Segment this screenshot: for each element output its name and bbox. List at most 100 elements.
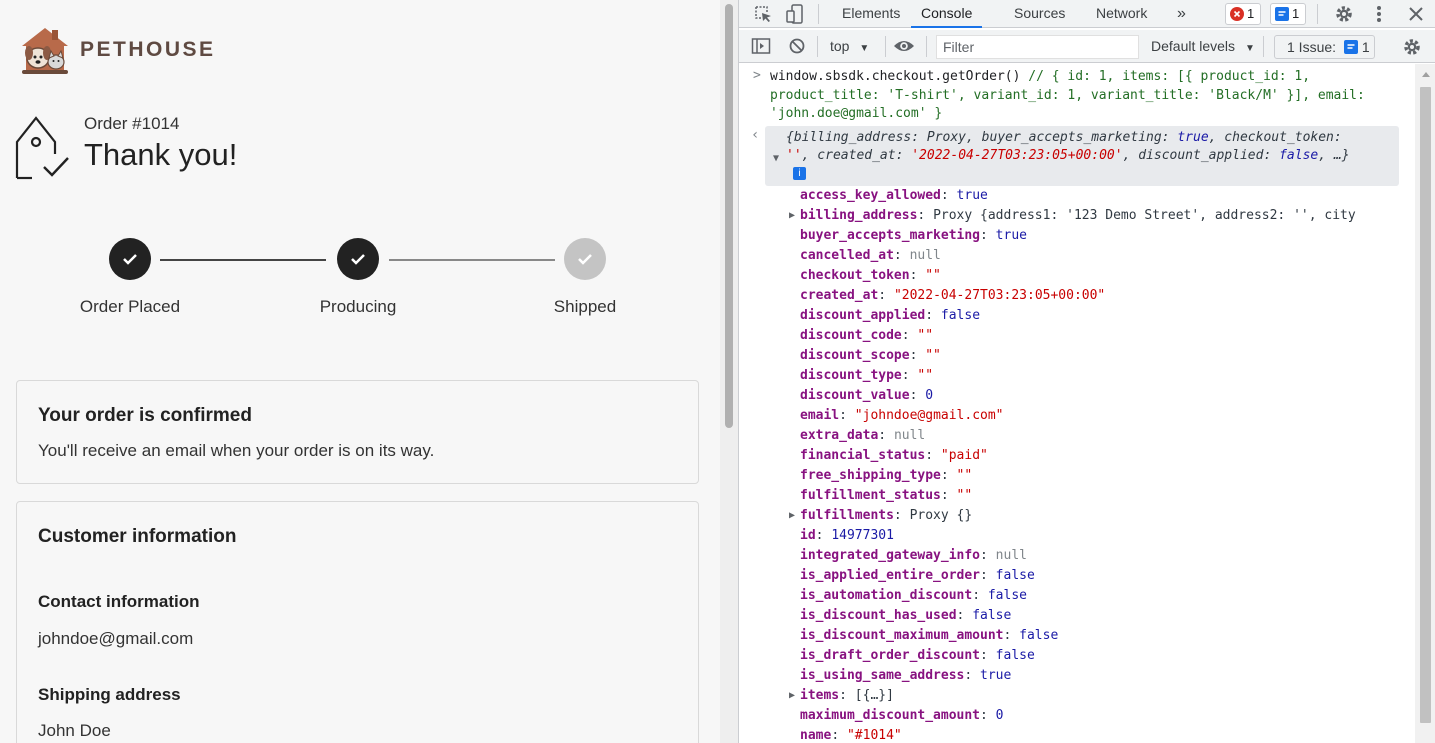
expand-triangle-icon[interactable]: ▶ (789, 206, 795, 226)
property-value: false (940, 308, 981, 323)
contact-title: Contact information (38, 592, 200, 611)
property-row[interactable]: ▶ billing_address: Proxy {address1: '123 … (765, 206, 1399, 226)
more-tabs-chevron-icon[interactable]: » (1177, 0, 1186, 28)
property-value: "paid" (940, 448, 988, 463)
property-value: Proxy {address1: '123 Demo Street', addr… (933, 208, 1356, 223)
property-key: discount_type (800, 368, 902, 383)
summary-text: '2022-04-27T03:23:05+00:00' (911, 148, 1123, 163)
order-confirmed-card: Your order is confirmed You'll receive a… (16, 380, 699, 484)
property-value: "" (917, 368, 934, 383)
property-row: integrated_gateway_info: null (800, 548, 1027, 563)
tab-elements[interactable]: Elements (842, 0, 900, 28)
property-value: null (995, 548, 1027, 563)
property-value: false (995, 648, 1035, 663)
property-row: discount_value: 0 (800, 388, 934, 403)
property-value: "" (925, 348, 941, 363)
property-row: is_using_same_address: true (800, 668, 1012, 683)
property-key: is_discount_has_used (800, 608, 957, 623)
property-row: is_automation_discount: false (800, 588, 1027, 603)
property-row: extra_data: null (800, 428, 926, 443)
close-devtools-icon[interactable] (1407, 5, 1425, 23)
sidebar-toggle-icon[interactable] (751, 37, 771, 55)
property-key: cancelled_at (800, 248, 894, 263)
property-key: is_discount_maximum_amount (800, 628, 1004, 643)
error-count: 1 (1247, 6, 1255, 21)
property-row: discount_code: "" (800, 328, 934, 343)
property-key: financial_status (800, 448, 926, 463)
inspect-element-icon[interactable] (753, 4, 773, 24)
shipping-title: Shipping address (38, 685, 181, 704)
summary-text: , discount_applied: (1122, 148, 1280, 163)
property-row: created_at: "2022-04-27T03:23:05+00:00" (800, 288, 1106, 303)
console-settings-gear-icon[interactable] (1401, 36, 1423, 58)
tab-console[interactable]: Console (911, 0, 983, 28)
result-summary[interactable]: ▼ {billing_address: Proxy, buyer_accepts… (765, 126, 1399, 186)
property-key: is_automation_discount (800, 588, 973, 603)
tag-check-icon (15, 116, 69, 180)
expand-triangle-icon[interactable]: ▶ (789, 506, 795, 526)
console-command[interactable]: window.sbsdk.checkout.getOrder() // { id… (770, 68, 1410, 124)
issues-count: 1 (1361, 39, 1370, 55)
property-row: fulfillment_status: "" (800, 488, 973, 503)
step-shipped-check-icon (564, 238, 606, 280)
device-toolbar-icon[interactable] (784, 3, 806, 25)
console-scrollbar[interactable] (1415, 64, 1435, 743)
pet-house-logo-icon (22, 28, 68, 74)
toolbar-divider (818, 4, 819, 24)
message-count-badge[interactable]: 1 (1270, 3, 1307, 25)
step-order-placed-check-icon (109, 238, 151, 280)
property-value: true (995, 228, 1027, 243)
toolbar-divider (1317, 4, 1318, 24)
issue-message-icon (1343, 40, 1358, 54)
tab-network[interactable]: Network (1096, 0, 1147, 28)
property-key: email (800, 408, 840, 423)
property-row[interactable]: ▶ fulfillments: Proxy {} (765, 506, 1399, 526)
property-key: items (800, 688, 840, 703)
context-select[interactable]: top ▼ (830, 30, 869, 63)
property-row: checkout_token: "" (800, 268, 941, 283)
input-prompt-chevron-icon: > (753, 68, 761, 83)
property-value: [{…}] (854, 688, 894, 703)
property-key: checkout_token (800, 268, 910, 283)
property-row[interactable]: ▶ items: [{…}] (765, 686, 1399, 706)
console-filter-input[interactable] (936, 35, 1139, 59)
devtools-tabbar: Elements Console Sources Network » 1 1 (739, 0, 1435, 28)
property-value: false (995, 568, 1035, 583)
clear-console-icon[interactable] (788, 37, 806, 55)
summary-text: true (1177, 130, 1209, 145)
property-key: buyer_accepts_marketing (800, 228, 981, 243)
order-progress: Order Placed Producing Shipped (0, 236, 720, 326)
property-row: free_shipping_type: "" (800, 468, 973, 483)
error-count-badge[interactable]: 1 (1225, 3, 1262, 25)
page-scrollbar[interactable] (720, 0, 738, 743)
console-output: > window.sbsdk.checkout.getOrder() // { … (739, 64, 1415, 743)
brand-name: PETHOUSE (80, 38, 216, 61)
more-options-icon[interactable] (1369, 3, 1389, 25)
property-key: extra_data (800, 428, 879, 443)
command-code: window.sbsdk.checkout.getOrder() (770, 69, 1021, 84)
step-producing-check-icon (337, 238, 379, 280)
scroll-up-icon[interactable] (1421, 70, 1431, 78)
expand-triangle-icon[interactable]: ▼ (773, 150, 779, 168)
property-row: discount_applied: false (800, 308, 981, 323)
toolbar-divider (926, 36, 927, 57)
brand-logo[interactable]: PETHOUSE (16, 24, 216, 76)
tab-sources[interactable]: Sources (1014, 0, 1065, 28)
console-scrollbar-thumb[interactable] (1420, 87, 1431, 723)
customer-info-card: Customer information Contact information… (16, 501, 699, 743)
page-scrollbar-thumb[interactable] (725, 4, 733, 428)
order-status-page: PETHOUSE Order #1014 Thank you! Order Pl… (0, 0, 720, 743)
property-value: "" (925, 268, 941, 283)
property-key: discount_value (800, 388, 910, 403)
property-row: id: 14977301 (800, 528, 894, 543)
settings-gear-icon[interactable] (1333, 3, 1355, 25)
property-key: discount_applied (800, 308, 926, 323)
info-icon[interactable]: i (793, 167, 806, 180)
log-levels-select[interactable]: Default levels ▼ (1151, 30, 1255, 63)
issues-button[interactable]: 1 Issue: 1 (1274, 35, 1375, 59)
expand-triangle-icon[interactable]: ▶ (789, 686, 795, 706)
confirm-text: You'll receive an email when your order … (38, 441, 435, 460)
property-value: true (980, 668, 1012, 683)
property-row: financial_status: "paid" (800, 448, 988, 463)
live-expression-eye-icon[interactable] (893, 38, 915, 54)
